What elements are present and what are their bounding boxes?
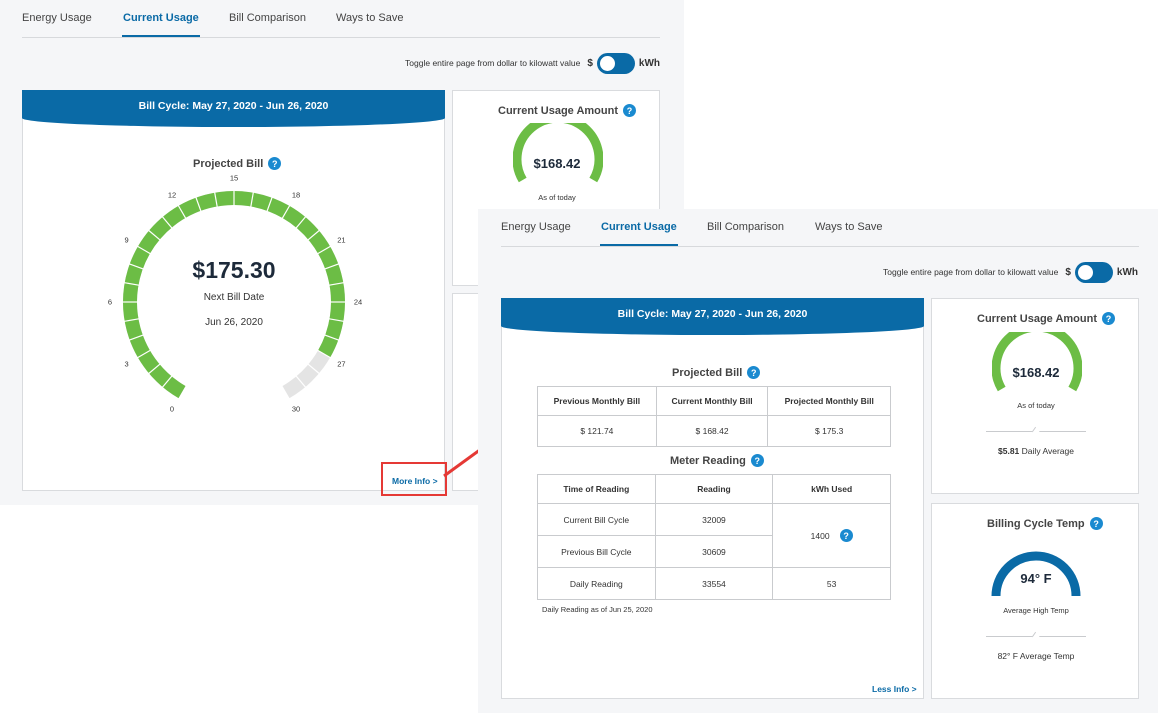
gauge-tick-label: 6 <box>107 297 113 307</box>
current-usage-title: Current Usage Amount? <box>977 312 1115 325</box>
help-icon[interactable]: ? <box>839 529 853 542</box>
gauge-tick-label: 24 <box>353 297 363 307</box>
bill-cycle-header: Bill Cycle: May 27, 2020 - Jun 26, 2020 <box>501 298 924 335</box>
toggle-label: Toggle entire page from dollar to kilowa… <box>405 58 581 68</box>
projected-bill-title: Projected Bill? <box>193 157 282 170</box>
current-usage-amount: $168.42 <box>533 156 581 171</box>
table-header: Previous Monthly Bill <box>537 386 657 416</box>
current-usage-gauge <box>992 332 1082 392</box>
table-header: Time of Reading <box>537 474 656 504</box>
help-icon[interactable]: ? <box>623 104 636 117</box>
table-header: Reading <box>654 474 774 504</box>
toggle-dollar-label: $ <box>587 57 593 69</box>
table-cell: $ 121.74 <box>537 415 657 447</box>
projected-bill-table: Previous Monthly Bill Current Monthly Bi… <box>537 386 891 447</box>
gauge-tick-label: 12 <box>167 190 177 200</box>
tab-bar: Energy Usage Current Usage Bill Comparis… <box>22 0 660 38</box>
next-bill-date: Jun 26, 2020 <box>205 317 263 328</box>
table-cell: 32009 <box>654 503 774 536</box>
meter-reading-note: Daily Reading as of Jun 25, 2020 <box>542 605 653 614</box>
table-cell: 33554 <box>654 567 774 600</box>
table-cell: Current Bill Cycle <box>537 503 656 536</box>
tab-ways-to-save[interactable]: Ways to Save <box>336 12 403 24</box>
meter-reading-title: Meter Reading? <box>670 454 764 467</box>
table-header: kWh Used <box>772 474 891 504</box>
gauge-tick-label: 27 <box>337 359 346 369</box>
screen-expanded: Energy Usage Current Usage Bill Comparis… <box>478 209 1158 713</box>
billing-temp-value: 94° F <box>1020 571 1052 586</box>
billing-temp-sub: Average High Temp <box>1003 606 1069 615</box>
current-usage-gauge <box>513 123 603 183</box>
bill-cycle-header: Bill Cycle: May 27, 2020 - Jun 26, 2020 <box>22 90 445 127</box>
gauge-tick-label: 18 <box>291 190 301 200</box>
daily-average: $5.81 Daily Average <box>998 446 1074 456</box>
gauge-tick-label: 0 <box>169 404 175 414</box>
toggle-kwh-label: kWh <box>1116 266 1138 278</box>
help-icon[interactable]: ? <box>1102 312 1115 325</box>
help-icon[interactable]: ? <box>268 157 282 170</box>
projected-bill-amount: $175.30 <box>192 257 276 283</box>
help-icon[interactable]: ? <box>747 366 761 379</box>
table-row: Daily Reading 33554 53 <box>537 567 891 600</box>
unit-toggle-row: Toggle entire page from dollar to kilowa… <box>883 261 1138 283</box>
current-usage-sub: As of today <box>538 193 576 202</box>
unit-toggle-row: Toggle entire page from dollar to kilowa… <box>405 52 660 74</box>
projected-bill-card-expanded: Bill Cycle: May 27, 2020 - Jun 26, 2020 … <box>501 298 924 699</box>
tab-active-indicator <box>122 35 200 37</box>
kwh-cycle-value: 1400 <box>810 530 830 541</box>
current-usage-amount: $168.42 <box>1012 365 1060 380</box>
table-cell: 30609 <box>654 535 774 568</box>
tab-bill-comparison[interactable]: Bill Comparison <box>229 12 306 24</box>
gauge-tick-label: 15 <box>229 173 239 183</box>
tab-bill-comparison[interactable]: Bill Comparison <box>707 221 784 233</box>
table-cell: Previous Bill Cycle <box>537 535 656 568</box>
kwh-cycle-cell: 1400? <box>772 503 891 568</box>
divider-notch <box>1031 631 1041 641</box>
billing-temp-card: Billing Cycle Temp? 94° F Average High T… <box>931 503 1139 699</box>
unit-toggle-switch[interactable] <box>1074 261 1113 283</box>
average-temp: 82° F Average Temp <box>997 651 1075 661</box>
gauge-tick-label: 9 <box>124 235 129 245</box>
toggle-dollar-label: $ <box>1065 266 1071 278</box>
projected-bill-card: Bill Cycle: May 27, 2020 - Jun 26, 2020 … <box>22 90 445 491</box>
tab-bar: Energy Usage Current Usage Bill Comparis… <box>501 209 1139 247</box>
current-usage-title: Current Usage Amount? <box>498 104 636 117</box>
tab-energy-usage[interactable]: Energy Usage <box>22 12 92 24</box>
gauge-tick-label: 3 <box>124 359 129 369</box>
divider-notch <box>1031 426 1041 436</box>
next-bill-date-label: Next Bill Date <box>203 292 265 303</box>
tab-energy-usage[interactable]: Energy Usage <box>501 221 571 233</box>
tab-ways-to-save[interactable]: Ways to Save <box>815 221 882 233</box>
meter-reading-table: Time of Reading Reading kWh Used Current… <box>537 474 891 600</box>
gauge-tick-label: 21 <box>337 235 346 245</box>
current-usage-sub: As of today <box>1017 401 1055 410</box>
tab-current-usage[interactable]: Current Usage <box>600 221 678 246</box>
toggle-knob <box>1077 264 1093 280</box>
temp-gauge <box>991 551 1081 597</box>
projected-bill-title: Projected Bill? <box>672 366 761 379</box>
unit-toggle-switch[interactable] <box>596 52 635 74</box>
usage-arc <box>513 123 603 183</box>
toggle-kwh-label: kWh <box>638 57 660 69</box>
less-info-link[interactable]: Less Info > <box>872 684 917 694</box>
help-icon[interactable]: ? <box>1089 517 1103 530</box>
toggle-knob <box>599 55 615 71</box>
current-usage-card: Current Usage Amount? $168.42 As of toda… <box>931 298 1139 494</box>
table-header: Projected Monthly Bill <box>767 386 891 416</box>
table-header: Current Monthly Bill <box>655 386 769 416</box>
usage-arc <box>992 332 1082 392</box>
tab-current-usage[interactable]: Current Usage <box>122 12 200 37</box>
billing-temp-title: Billing Cycle Temp? <box>987 517 1103 530</box>
table-cell: $ 168.42 <box>655 415 769 447</box>
more-info-highlight <box>381 462 447 496</box>
tab-active-indicator <box>600 244 678 246</box>
help-icon[interactable]: ? <box>750 454 764 467</box>
toggle-label: Toggle entire page from dollar to kilowa… <box>883 267 1059 277</box>
table-cell: 53 <box>772 567 891 600</box>
table-cell: $ 175.3 <box>767 415 891 447</box>
table-cell: Daily Reading <box>537 567 656 600</box>
table-row: Current Bill Cycle 32009 1400? <box>537 503 891 568</box>
gauge-tick-label: 30 <box>291 404 301 414</box>
